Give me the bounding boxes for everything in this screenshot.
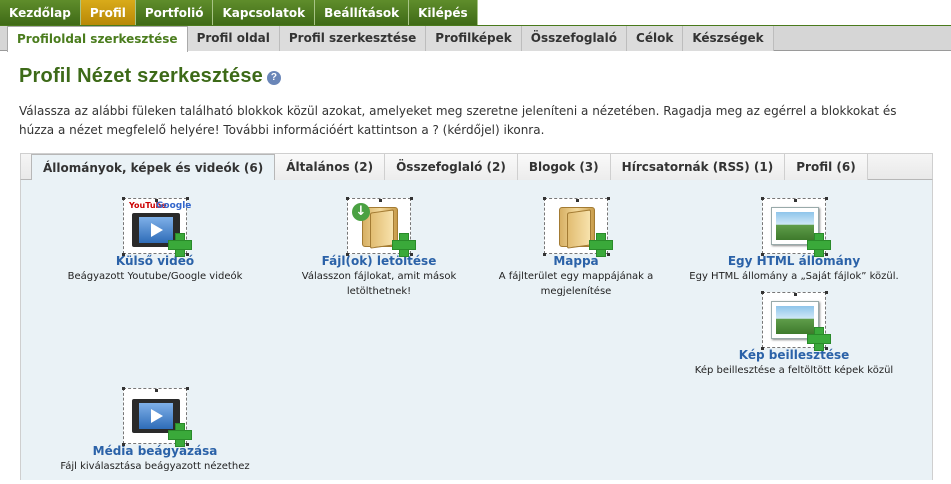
- help-icon[interactable]: ?: [267, 71, 282, 85]
- sub-nav-edit-profile-page[interactable]: Profiloldal szerkesztése: [7, 26, 188, 52]
- page-intro: Válassza az alábbi füleken található blo…: [19, 104, 897, 137]
- main-nav-logout[interactable]: Kilépés: [409, 0, 478, 25]
- tab-general[interactable]: Általános (2): [275, 154, 386, 180]
- tab-files-images-videos[interactable]: Állományok, képek és videók (6): [31, 154, 276, 181]
- main-nav-portfolio[interactable]: Portfolió: [135, 0, 214, 25]
- add-plus-icon: [168, 233, 192, 257]
- block-html-file[interactable]: Egy HTML állomány Egy HTML állomány a „S…: [679, 197, 909, 284]
- sub-nav-profile-page[interactable]: Profil oldal: [187, 26, 280, 51]
- block-description: Beágyazott Youtube/Google videók: [67, 271, 243, 282]
- block-external-video[interactable]: YouTube Google Külső videó Beágyazott Yo…: [40, 197, 270, 284]
- tab-summary[interactable]: Összefoglaló (2): [385, 154, 518, 180]
- block-media[interactable]: Média beágyazása Fájl kiválasztása beágy…: [40, 387, 270, 474]
- add-plus-icon: [589, 233, 613, 257]
- block-description: A fájlterület egy mappájának a megjelení…: [498, 271, 654, 297]
- tab-rss-feeds[interactable]: Hírcsatornák (RSS) (1): [610, 154, 786, 180]
- block-category-tabs: Állományok, képek és videók (6) Általáno…: [20, 153, 933, 181]
- page-title: Profil Nézet szerkesztése?: [19, 65, 282, 88]
- main-nav-profile[interactable]: Profil: [80, 0, 136, 25]
- block-description: Válasszon fájlokat, amit mások letölthet…: [301, 271, 457, 297]
- block-title: Mappa: [553, 254, 599, 268]
- block-title: Fájl(ok) letöltése: [321, 254, 437, 268]
- picture-icon: [761, 197, 831, 257]
- block-file-download[interactable]: ↓ Fájl(ok) letöltése Válasszon fájlokat,…: [264, 197, 494, 299]
- main-nav-contacts[interactable]: Kapcsolatok: [213, 0, 316, 25]
- main-nav-settings[interactable]: Beállítások: [315, 0, 410, 25]
- tab-blogs[interactable]: Blogok (3): [517, 154, 611, 180]
- block-title: Külső videó: [115, 254, 195, 268]
- block-description: Kép beillesztése a feltöltött képek közü…: [694, 365, 894, 376]
- blocks-panel: YouTube Google Külső videó Beágyazott Yo…: [20, 180, 933, 480]
- page-title-text: Profil Nézet szerkesztése: [19, 65, 264, 87]
- main-nav-home[interactable]: Kezdőlap: [0, 0, 81, 25]
- block-title: Egy HTML állomány: [727, 254, 861, 268]
- block-title: Kép beillesztése: [738, 348, 850, 362]
- sub-nav-goals[interactable]: Célok: [627, 26, 684, 51]
- google-badge: Google: [156, 201, 192, 211]
- sub-nav-summary[interactable]: Összefoglaló: [521, 26, 628, 51]
- picture-icon: [761, 291, 831, 351]
- download-folder-icon: ↓: [346, 197, 416, 257]
- folder-icon: [543, 197, 613, 257]
- sub-nav-skills[interactable]: Készségek: [683, 26, 774, 51]
- add-plus-icon: [807, 233, 831, 257]
- block-title: Média beágyazása: [92, 444, 218, 458]
- video-icon: [122, 387, 192, 447]
- video-icon: YouTube Google: [122, 197, 192, 257]
- add-plus-icon: [392, 233, 416, 257]
- block-image[interactable]: Kép beillesztése Kép beillesztése a felt…: [679, 291, 909, 378]
- block-folder[interactable]: Mappa A fájlterület egy mappájának a meg…: [461, 197, 691, 299]
- block-description: Egy HTML állomány a „Saját fájlok” közül…: [689, 271, 899, 282]
- sub-navigation: Profiloldal szerkesztése Profil oldal Pr…: [7, 26, 774, 52]
- add-plus-icon: [807, 327, 831, 351]
- tab-profile[interactable]: Profil (6): [785, 154, 868, 180]
- sub-nav-profile-pictures[interactable]: Profilképek: [426, 26, 522, 51]
- main-navigation: Kezdőlap Profil Portfolió Kapcsolatok Be…: [0, 0, 478, 25]
- add-plus-icon: [168, 423, 192, 447]
- sub-nav-edit-profile[interactable]: Profil szerkesztése: [279, 26, 427, 51]
- block-description: Fájl kiválasztása beágyazott nézethez: [60, 461, 250, 472]
